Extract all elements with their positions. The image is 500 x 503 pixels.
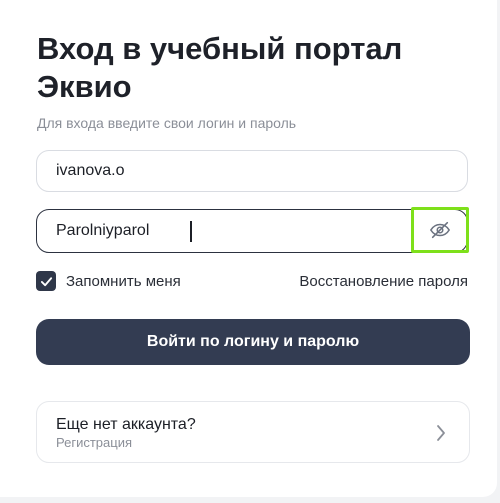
register-question: Еще нет аккаунта?: [56, 416, 196, 433]
login-field[interactable]: [36, 150, 468, 192]
register-card[interactable]: Еще нет аккаунта? Регистрация: [36, 401, 470, 463]
remember-me-label: Запомнить меня: [66, 272, 181, 290]
toggle-password-visibility-button[interactable]: [411, 207, 469, 253]
restore-password-link[interactable]: Восстановление пароля: [299, 273, 468, 290]
login-submit-button[interactable]: Войти по логину и паролю: [36, 319, 470, 365]
chevron-right-icon: [437, 425, 445, 441]
page-subtitle: Для входа введите свои логин и пароль: [37, 115, 297, 131]
password-input[interactable]: [56, 210, 396, 252]
register-link[interactable]: Регистрация: [56, 435, 132, 450]
checkbox-checked[interactable]: [36, 271, 56, 291]
check-icon: [40, 276, 52, 286]
login-input[interactable]: [56, 151, 396, 191]
remember-me-checkbox[interactable]: Запомнить меня: [36, 271, 181, 291]
password-field[interactable]: [36, 209, 468, 253]
text-caret: [190, 221, 192, 242]
login-card: Вход в учебный портал Эквио Для входа вв…: [0, 0, 497, 497]
page-title: Вход в учебный портал Эквио: [37, 31, 403, 104]
eye-off-icon: [430, 221, 450, 239]
